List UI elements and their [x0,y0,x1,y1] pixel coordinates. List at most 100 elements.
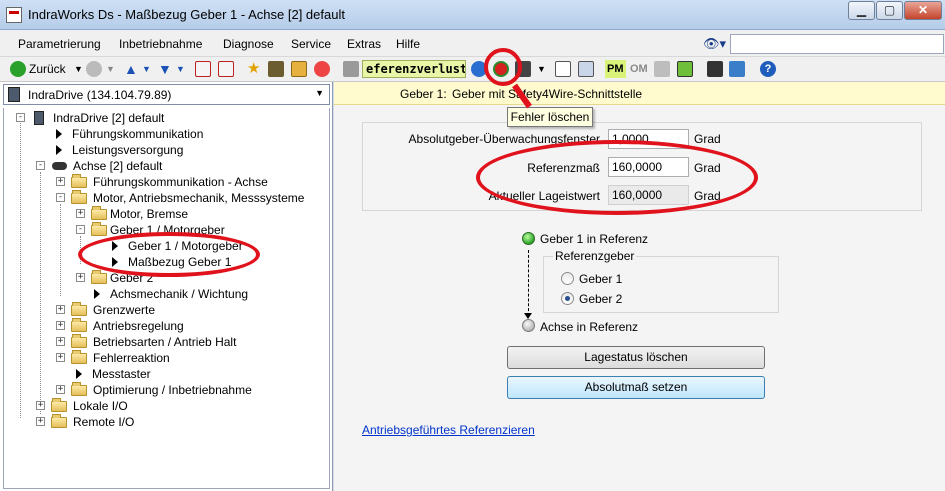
oscilloscope-icon[interactable] [555,61,571,77]
om-button[interactable]: OM [630,60,648,78]
expand-icon[interactable]: + [56,177,65,186]
window-layout-icon[interactable] [729,61,745,77]
tree-node-label: Remote I/O [73,415,135,429]
back-arrow-icon[interactable] [10,61,26,77]
favorite-icon[interactable]: ★ [247,60,260,78]
chevron-down-icon[interactable]: ▼ [315,88,324,98]
transfer-icon[interactable] [677,61,693,77]
device-selector[interactable]: IndraDrive (134.104.79.89) ▼ [3,84,330,105]
back-dropdown-icon[interactable]: ▼ [74,60,83,78]
tree-node-antriebsregelung[interactable]: + Antriebsregelung [56,318,276,334]
tree-node-remote-io[interactable]: + Remote I/O [36,414,236,430]
tree-node-indradrive[interactable]: - IndraDrive [2] default [16,110,216,126]
expand-icon[interactable]: + [76,273,85,282]
annotation-ring-parameters [476,140,758,215]
menu-hilfe[interactable]: Hilfe [396,37,420,51]
tree-node-fehlerreaktion[interactable]: + Fehlerreaktion [56,350,276,366]
tree-node-achse[interactable]: - Achse [2] default [36,158,236,174]
expand-icon[interactable]: + [56,385,65,394]
close-button[interactable]: ✕ [904,1,942,20]
menu-parametrierung[interactable]: Parametrierung [18,37,101,51]
menu-extras[interactable]: Extras [347,37,381,51]
connect-icon[interactable] [707,61,723,77]
tree-node-label: IndraDrive [2] default [53,111,165,125]
tree-node-messtaster[interactable]: Messtaster [74,366,294,382]
mode-icon[interactable] [654,61,670,77]
forward-dropdown-icon[interactable]: ▼ [106,60,115,78]
menu-service[interactable]: Service [291,37,331,51]
parameter-node-icon [76,369,82,379]
tree-node-label: Motor, Bremse [110,207,189,221]
error-status-field[interactable]: eferenzverlust [362,60,466,78]
up-dropdown-icon[interactable]: ▼ [142,60,151,78]
clear-position-status-button[interactable]: Lagestatus löschen [507,346,765,369]
tree-node-fuehrungskommunikation[interactable]: Führungskommunikation [54,126,254,142]
parameter-list-icon[interactable] [218,61,234,77]
collapse-icon[interactable]: - [16,113,25,122]
pm-button[interactable]: PM [605,60,626,78]
tree-node-fuehrungskommunikation-achse[interactable]: + Führungskommunikation - Achse [56,174,316,190]
expand-icon[interactable]: + [56,353,65,362]
up-arrow-icon[interactable]: ▲ [124,60,138,78]
radio-geber1-label[interactable]: Geber 1 [579,272,622,286]
radio-geber2-label[interactable]: Geber 2 [579,292,622,306]
binoculars-icon[interactable]: 👁▾ [703,36,726,52]
expand-icon[interactable]: + [36,401,45,410]
tree-node-betriebsarten[interactable]: + Betriebsarten / Antrieb Halt [56,334,276,350]
search-input[interactable] [730,34,944,54]
device-selector-label: IndraDrive (134.104.79.89) [28,88,172,102]
tree-node-motor-bremse[interactable]: + Motor, Bremse [76,206,276,222]
radio-geber2[interactable] [561,292,574,305]
parameter-icon[interactable] [195,61,211,77]
tree-node-achsmechanik[interactable]: Achsmechanik / Wichtung [92,286,312,302]
down-arrow-icon[interactable]: ▼ [158,60,172,78]
expand-icon[interactable]: + [76,209,85,218]
annotation-ring-tree [78,232,260,277]
back-button[interactable]: Zurück [29,60,66,78]
tree-node-lokale-io[interactable]: + Lokale I/O [36,398,236,414]
encoder-in-reference-label: Geber 1 in Referenz [540,232,649,246]
collapse-icon[interactable]: - [36,161,45,170]
tree-node-label: Motor, Antriebsmechanik, Messsysteme [93,191,305,205]
calendar-icon[interactable] [291,61,307,77]
radio-geber1[interactable] [561,272,574,285]
set-absolute-dimension-button[interactable]: Absolutmaß setzen [507,376,765,399]
tooltip: Fehler löschen [507,107,593,127]
collapse-icon[interactable]: - [56,193,65,202]
parameter-node-icon [94,289,100,299]
menu-inbetriebnahme[interactable]: Inbetriebnahme [119,37,202,51]
alert-icon[interactable] [314,61,330,77]
folder-icon [71,382,87,396]
maximize-button[interactable]: ▢ [876,1,903,20]
window-title: IndraWorks Ds - Maßbezug Geber 1 - Achse… [28,7,345,22]
tree-node-label: Grenzwerte [93,303,156,317]
expand-icon[interactable]: + [56,305,65,314]
folder-icon [71,334,87,348]
tree-node-label: Betriebsarten / Antrieb Halt [93,335,237,349]
forward-arrow-icon[interactable] [86,61,102,77]
drive-controlled-homing-link[interactable]: Antriebsgeführtes Referenzieren [362,423,535,437]
monitor-icon[interactable] [578,61,594,77]
tree-node-leistungsversorgung[interactable]: Leistungsversorgung [54,142,254,158]
tree-node-grenzwerte[interactable]: + Grenzwerte [56,302,276,318]
annotation-ring-toolbar [484,48,522,86]
drive-icon [34,111,44,125]
search-icon[interactable] [268,61,284,77]
reference-encoder-title: Referenzgeber [553,249,637,263]
expand-icon[interactable]: + [36,417,45,426]
menu-diagnose[interactable]: Diagnose [223,37,274,51]
tree-node-motor-antriebsmechanik[interactable]: - Motor, Antriebsmechanik, Messsysteme [56,190,326,206]
tree-node-label: Führungskommunikation - Achse [93,175,268,189]
title-bar: IndraWorks Ds - Maßbezug Geber 1 - Achse… [0,0,945,30]
tree-node-optimierung[interactable]: + Optimierung / Inbetriebnahme [56,382,296,398]
minimize-button[interactable]: ▁ [848,1,875,20]
stop-dropdown-icon[interactable]: ▼ [537,60,546,78]
help-icon[interactable]: ? [760,61,776,77]
collapse-icon[interactable]: - [76,225,85,234]
parameter-node-icon [56,129,62,139]
tree-node-label: Führungskommunikation [72,127,204,141]
axis-in-reference-label: Achse in Referenz [540,320,639,334]
down-dropdown-icon[interactable]: ▼ [176,60,185,78]
expand-icon[interactable]: + [56,321,65,330]
expand-icon[interactable]: + [56,337,65,346]
